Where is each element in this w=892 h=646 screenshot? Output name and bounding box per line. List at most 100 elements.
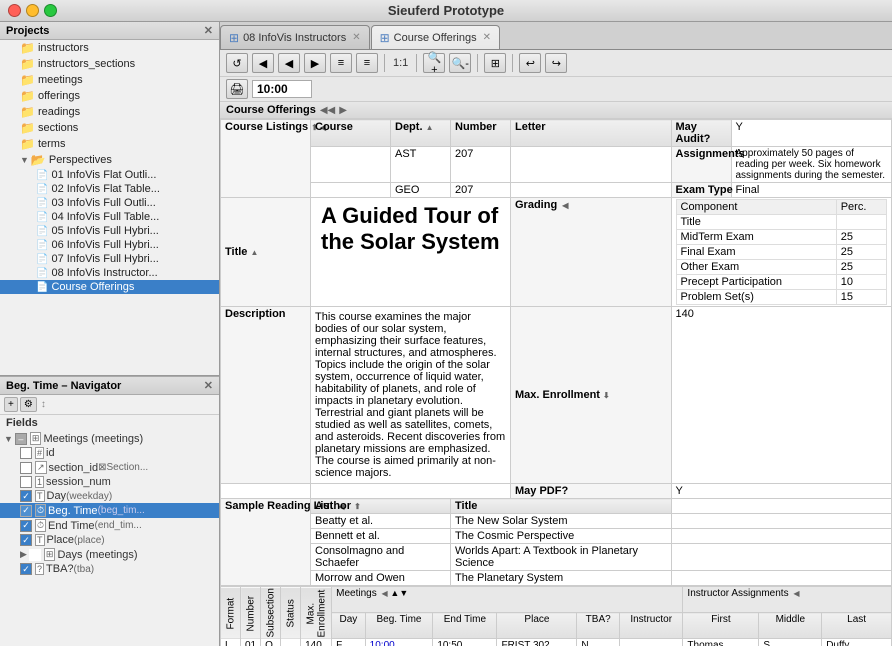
- nav-settings-btn[interactable]: ⚙: [20, 397, 37, 412]
- window-controls[interactable]: [8, 4, 57, 17]
- print-button[interactable]: 🖨: [226, 79, 248, 99]
- sidebar-item-sections[interactable]: 📁 sections: [0, 120, 219, 136]
- sidebar-item-instructors[interactable]: 📁 instructors: [0, 40, 219, 56]
- field-row-day[interactable]: ✓ T Day (weekday): [0, 489, 219, 503]
- undo-button[interactable]: ↩: [519, 53, 541, 73]
- col-instructor-label: Instructor: [619, 613, 682, 639]
- field-checkbox-place[interactable]: ✓: [20, 534, 32, 546]
- projects-label: Projects: [6, 25, 49, 37]
- window-title: Sieuferd Prototype: [388, 3, 504, 18]
- beg-L01-1: 10:00: [365, 639, 433, 646]
- reading-title-3: Worlds Apart: A Textbook in Planetary Sc…: [451, 544, 672, 571]
- minimize-button[interactable]: [26, 4, 39, 17]
- sidebar-item-p02[interactable]: 📄 02 InfoVis Flat Table...: [0, 182, 219, 196]
- zoom-in-button[interactable]: 🔍+: [423, 53, 445, 73]
- tab-icon-infovis: ⊞: [229, 31, 239, 45]
- close-button[interactable]: [8, 4, 21, 17]
- sidebar-item-label: readings: [38, 106, 80, 118]
- field-row-end-time[interactable]: ✓ ⏱ End Time (end_tim...: [0, 518, 219, 533]
- nav-right-button[interactable]: ▶: [304, 53, 326, 73]
- grading-other: Other Exam: [676, 260, 836, 275]
- field-row-tba[interactable]: ✓ ? TBA? (tba): [0, 562, 219, 576]
- field-checkbox-meetings[interactable]: –: [15, 433, 27, 445]
- sidebar-item-p05[interactable]: 📄 05 InfoVis Full Hybri...: [0, 224, 219, 238]
- navigator-close[interactable]: ✕: [204, 379, 213, 392]
- field-row-id[interactable]: # id: [0, 446, 219, 460]
- tab-close-offerings[interactable]: ✕: [483, 32, 491, 43]
- sidebar-item-p01[interactable]: 📄 01 InfoVis Flat Outli...: [0, 168, 219, 182]
- text-type-icon: T: [35, 490, 45, 502]
- tab-infovis[interactable]: ⊞ 08 InfoVis Instructors ✕: [220, 25, 370, 49]
- field-name-id: id: [46, 447, 55, 459]
- time-input[interactable]: [252, 80, 312, 98]
- field-checkbox-session-num[interactable]: [20, 476, 32, 488]
- tab-close-infovis[interactable]: ✕: [352, 32, 360, 43]
- listing-course-2: [311, 183, 391, 198]
- field-name-beg-time: Beg. Time: [48, 505, 98, 517]
- sidebar-item-readings[interactable]: 📁 readings: [0, 104, 219, 120]
- description-row: Description This course examines the maj…: [221, 307, 892, 484]
- sidebar-item-p06[interactable]: 📄 06 InfoVis Full Hybri...: [0, 238, 219, 252]
- grading-perc-0: [836, 215, 886, 230]
- sidebar-item-course-offerings[interactable]: 📄 Course Offerings: [0, 280, 219, 294]
- sidebar-item-p08[interactable]: 📄 08 InfoVis Instructor...: [0, 266, 219, 280]
- maximize-button[interactable]: [44, 4, 57, 17]
- field-checkbox-tba[interactable]: ✓: [20, 563, 32, 575]
- field-checkbox-section-id[interactable]: [20, 462, 32, 474]
- field-row-days-sub[interactable]: ▶ ⊞ Days (meetings): [0, 547, 219, 562]
- sidebar-item-terms[interactable]: 📁 terms: [0, 136, 219, 152]
- redo-button[interactable]: ↪: [545, 53, 567, 73]
- col-num: Number: [241, 587, 261, 639]
- co-nav-left[interactable]: ◀◀: [320, 105, 335, 116]
- grading-perc-2: 25: [836, 245, 886, 260]
- doc-icon: 📄: [36, 212, 48, 223]
- listing-number-1: 207: [451, 147, 511, 183]
- sidebar-item-label: 01 InfoVis Flat Outli...: [51, 169, 156, 181]
- sidebar-item-meetings[interactable]: 📁 meetings: [0, 72, 219, 88]
- zoom-out-button[interactable]: 🔍-: [449, 53, 471, 73]
- reading-title-1: The New Solar System: [451, 514, 672, 529]
- time-type-icon2: ⏱: [35, 519, 46, 532]
- reading-label: Sample Reading List ◀: [221, 499, 311, 586]
- field-checkbox-beg-time[interactable]: ✓: [20, 505, 32, 517]
- tab-offerings[interactable]: ⊞ Course Offerings ✕: [371, 25, 500, 49]
- field-row-beg-time[interactable]: ✓ ⏱ Beg. Time (beg_tim...: [0, 503, 219, 518]
- sidebar-item-label: 04 InfoVis Full Table...: [51, 211, 159, 223]
- field-checkbox-end-time[interactable]: ✓: [20, 520, 32, 532]
- table-type-icon: ⊞: [30, 432, 42, 445]
- toolbar-separator4: [512, 54, 513, 72]
- align-left-button[interactable]: ≡: [330, 53, 352, 73]
- field-row-place[interactable]: ✓ T Place (place): [0, 533, 219, 547]
- field-row-session-num[interactable]: 1 session_num: [0, 475, 219, 489]
- co-nav-right[interactable]: ▶: [339, 105, 347, 116]
- field-checkbox-days-sub[interactable]: [29, 549, 41, 561]
- align-center-button[interactable]: ≡: [356, 53, 378, 73]
- sidebar-item-label: sections: [38, 122, 78, 134]
- sidebar: Projects ✕ 📁 instructors 📁 instructors_s…: [0, 22, 220, 646]
- refresh-button[interactable]: ↺: [226, 53, 248, 73]
- projects-close[interactable]: ✕: [204, 24, 213, 37]
- field-row-section-id[interactable]: ↗ section_id ⊠Section...: [0, 460, 219, 475]
- sidebar-item-perspectives[interactable]: ▼ 📂 Perspectives: [0, 152, 219, 168]
- back-button[interactable]: ◀: [252, 53, 274, 73]
- title-row: Title ▲ A Guided Tour of the Solar Syste…: [221, 198, 892, 307]
- sidebar-item-offerings[interactable]: 📁 offerings: [0, 88, 219, 104]
- meetings-group-header: Meetings ◀ ▲▼: [332, 587, 683, 613]
- navigator-label: Beg. Time – Navigator: [6, 380, 121, 392]
- sidebar-item-p07[interactable]: 📄 07 InfoVis Full Hybri...: [0, 252, 219, 266]
- nav-left-button[interactable]: ◀: [278, 53, 300, 73]
- sidebar-item-p04[interactable]: 📄 04 InfoVis Full Table...: [0, 210, 219, 224]
- field-alias-place: (place): [74, 535, 105, 546]
- empty-cell2: [311, 484, 511, 499]
- sidebar-item-instructors-sections[interactable]: 📁 instructors_sections: [0, 56, 219, 72]
- listing-letter-1: [511, 147, 672, 183]
- field-checkbox-day[interactable]: ✓: [20, 490, 32, 502]
- grid-button[interactable]: ⊞: [484, 53, 506, 73]
- field-row-meetings[interactable]: ▼ – ⊞ Meetings (meetings): [0, 431, 219, 446]
- field-checkbox-id[interactable]: [20, 447, 32, 459]
- sidebar-item-p03[interactable]: 📄 03 InfoVis Full Outli...: [0, 196, 219, 210]
- folder-icon: 📁: [20, 89, 35, 103]
- tab-label-infovis: 08 InfoVis Instructors: [243, 32, 346, 44]
- nav-add-btn[interactable]: +: [4, 397, 18, 412]
- desc-label: Description: [221, 307, 311, 484]
